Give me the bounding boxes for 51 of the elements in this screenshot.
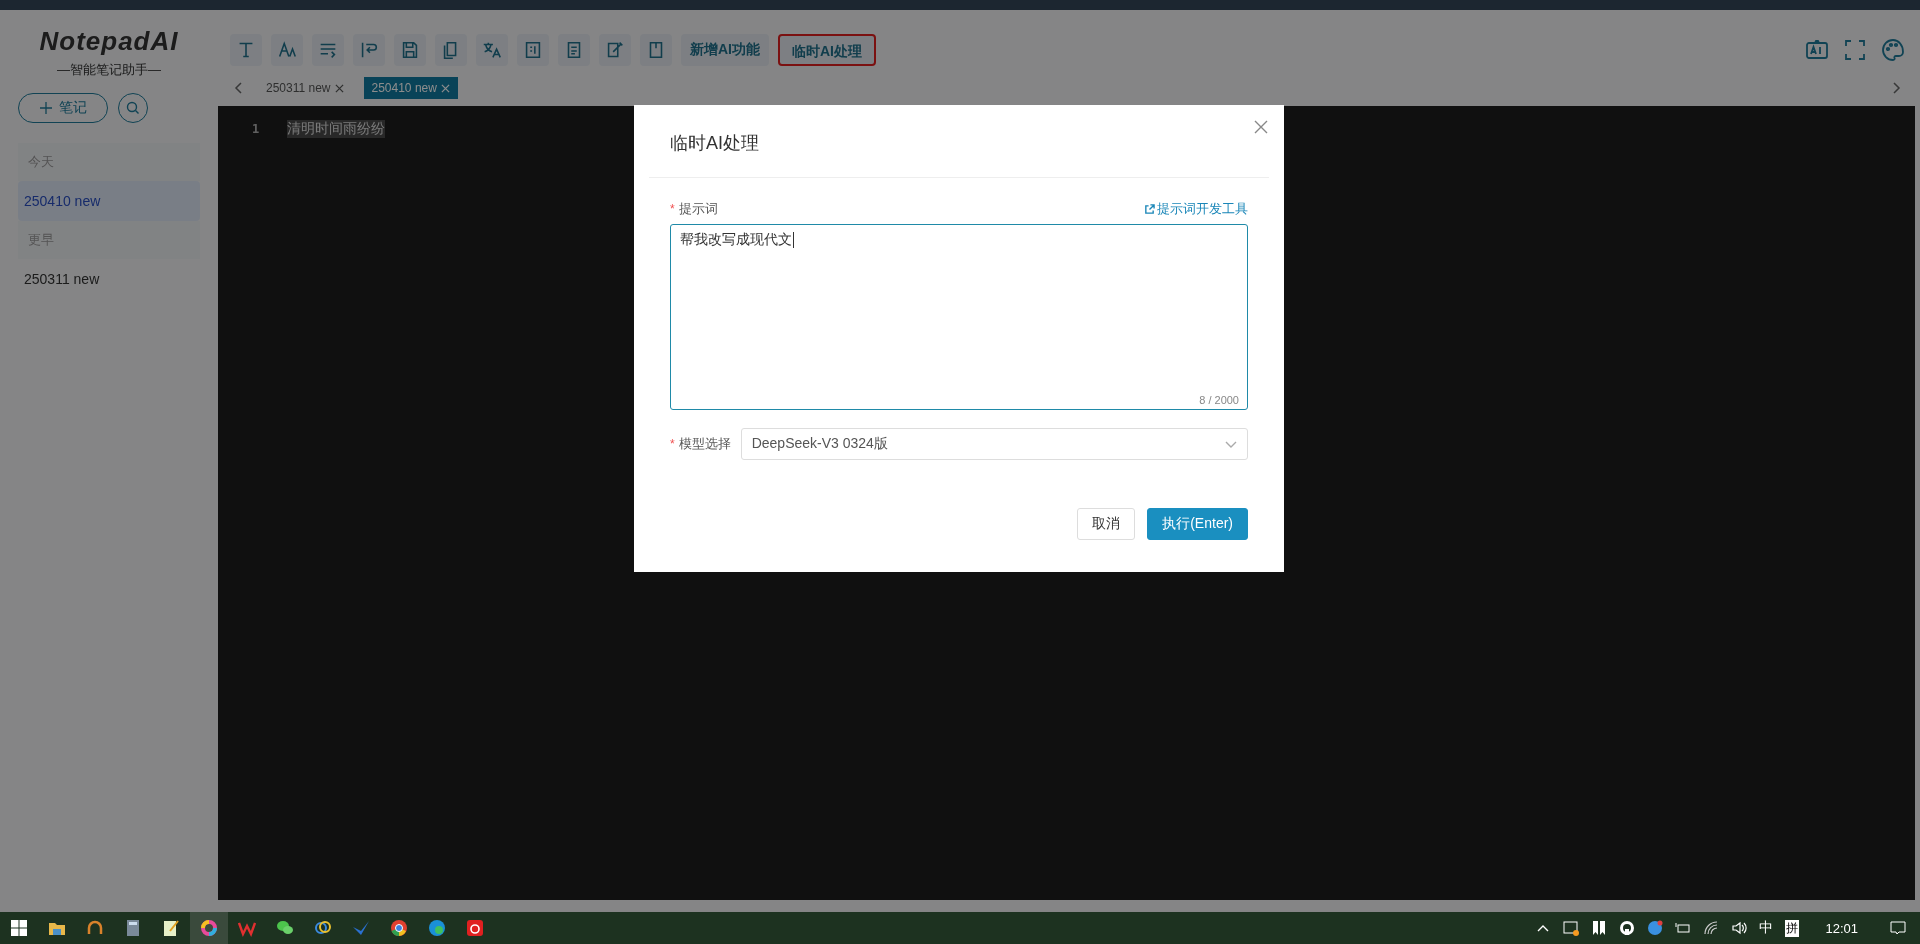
app-tray-icon[interactable] — [1647, 920, 1664, 936]
close-icon[interactable] — [1254, 120, 1268, 134]
color-wheel-icon[interactable] — [190, 912, 228, 944]
edit-button[interactable] — [599, 34, 631, 66]
app-logo: NotepadAI — [39, 26, 179, 57]
note-item[interactable]: 250311 new — [18, 259, 200, 299]
prompt-tool-link[interactable]: 提示词开发工具 — [1144, 200, 1248, 218]
clock[interactable]: 12:01 — [1825, 920, 1858, 936]
input-method[interactable]: 中 — [1759, 919, 1774, 937]
fullscreen-icon[interactable] — [1843, 38, 1867, 62]
font-size-button[interactable] — [271, 34, 303, 66]
field-label: 模型选择 — [678, 435, 731, 453]
input-mode[interactable]: 拼 — [1785, 919, 1800, 937]
external-link-icon — [1144, 203, 1155, 215]
prompt-text: 帮我改写成现代文 — [680, 231, 795, 249]
field-label: 提示词 — [678, 200, 718, 218]
character-counter: 8 / 2000 — [1199, 394, 1239, 406]
run-button[interactable]: 执行(Enter) — [1147, 508, 1248, 540]
book-button[interactable] — [517, 34, 549, 66]
dialog-title: 临时AI处理 — [670, 132, 759, 155]
tab[interactable]: 250311 new — [258, 77, 352, 99]
notification-icon[interactable] — [1890, 920, 1906, 936]
required-mark: * — [670, 437, 675, 451]
text-button[interactable] — [230, 34, 262, 66]
volume-icon[interactable] — [1731, 920, 1748, 936]
model-select[interactable]: DeepSeek-V3 0324版 — [740, 428, 1248, 460]
search-icon — [126, 101, 140, 115]
bookmark-icon[interactable] — [1591, 920, 1608, 936]
monitor-icon[interactable] — [1563, 920, 1580, 936]
close-icon[interactable] — [334, 83, 344, 93]
notebook-button[interactable] — [640, 34, 672, 66]
required-mark: * — [670, 202, 675, 216]
copy-button[interactable] — [435, 34, 467, 66]
save-button[interactable] — [394, 34, 426, 66]
tab[interactable]: 250410 new — [363, 77, 458, 99]
cancel-button[interactable]: 取消 — [1077, 508, 1136, 540]
toolbar-button[interactable]: 新增AI功能 — [681, 34, 769, 66]
toolbar-button[interactable]: 临时AI处理 — [778, 34, 876, 66]
list-wrap-button[interactable] — [312, 34, 344, 66]
plus-icon — [39, 101, 53, 115]
note-item[interactable]: 250410 new — [18, 181, 200, 221]
palette-icon[interactable] — [1881, 38, 1905, 62]
prompt-field[interactable]: 帮我改写成现代文 8 / 2000 — [670, 224, 1248, 410]
ai-icon[interactable] — [1805, 38, 1829, 62]
line-number: 1 — [252, 122, 260, 136]
battery-icon[interactable] — [1675, 920, 1692, 936]
wifi-icon[interactable] — [1703, 920, 1720, 936]
translate-button[interactable] — [476, 34, 508, 66]
line-break-button[interactable] — [353, 34, 385, 66]
app-tagline: —智能笔记助手— — [57, 61, 161, 79]
document-button[interactable] — [558, 34, 590, 66]
